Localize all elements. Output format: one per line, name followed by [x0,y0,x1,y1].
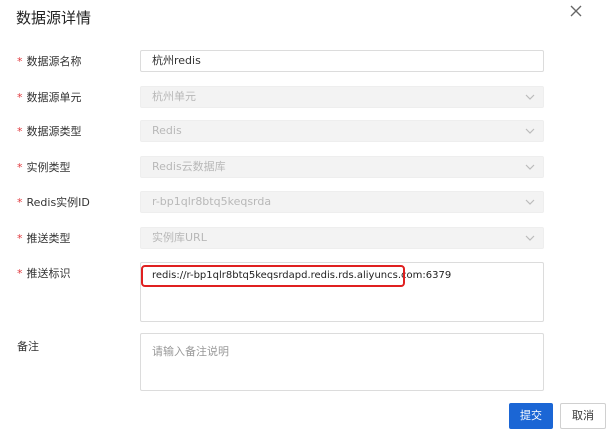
push-type-value: 实例库URL [152,231,207,244]
datasource-unit-select[interactable]: 杭州单元 [140,86,544,108]
redis-instance-id-value: r-bp1qlr8btq5keqsrda [152,195,272,208]
remark-placeholder: 请输入备注说明 [152,345,229,358]
required-mark: * [17,232,23,245]
required-mark: * [17,125,23,138]
required-mark: * [17,196,23,209]
required-mark: * [17,161,23,174]
label-datasource-unit: * 数据源单元 [17,91,82,104]
datasource-type-select[interactable]: Redis [140,120,544,142]
submit-button[interactable]: 提交 [509,403,553,429]
redis-instance-id-select[interactable]: r-bp1qlr8btq5keqsrda [140,191,544,213]
chevron-down-icon [525,235,535,241]
label-datasource-type: * 数据源类型 [17,125,82,138]
required-mark: * [17,55,23,68]
instance-type-value: Redis云数据库 [152,160,226,173]
label-datasource-name: * 数据源名称 [17,55,82,68]
chevron-down-icon [525,199,535,205]
label-instance-type: * 实例类型 [17,161,71,174]
label-remark: 备注 [17,340,39,353]
datasource-unit-value: 杭州单元 [152,90,196,103]
datasource-name-input[interactable]: 杭州redis [140,50,544,72]
required-mark: * [17,267,23,280]
highlight-box [141,265,405,287]
chevron-down-icon [525,164,535,170]
datasource-type-value: Redis [152,124,182,137]
remark-textarea[interactable]: 请输入备注说明 [140,333,544,391]
label-redis-instance-id: * Redis实例ID [17,196,90,209]
required-mark: * [17,91,23,104]
push-type-select[interactable]: 实例库URL [140,227,544,249]
chevron-down-icon [525,94,535,100]
chevron-down-icon [525,128,535,134]
label-push-identifier: * 推送标识 [17,267,71,280]
close-icon[interactable] [568,3,584,19]
label-push-type: * 推送类型 [17,232,71,245]
dialog-title: 数据源详情 [16,9,92,27]
instance-type-select[interactable]: Redis云数据库 [140,156,544,178]
datasource-detail-dialog: 数据源详情 * 数据源名称 杭州redis * 数据源单元 杭州单元 * 数据源类型 … [0,0,614,440]
cancel-button[interactable]: 取消 [560,403,606,429]
